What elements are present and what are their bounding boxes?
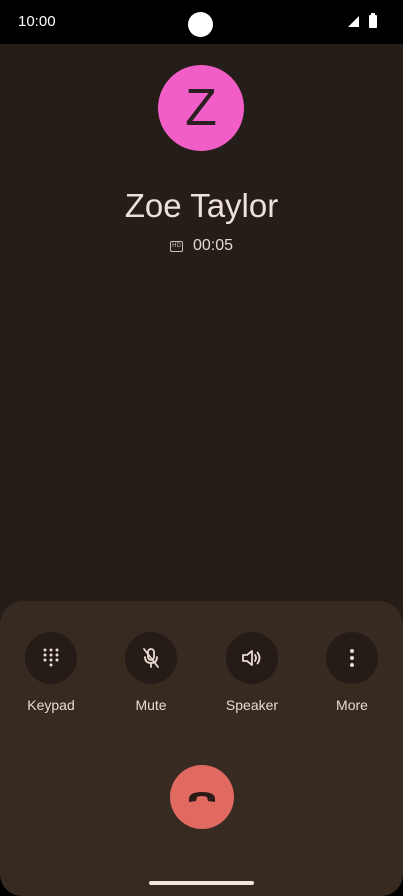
- call-controls-panel: Keypad Mute Speaker More: [0, 601, 403, 896]
- volume-icon: [242, 650, 261, 666]
- dialpad-icon: [43, 648, 59, 667]
- status-time: 10:00: [18, 13, 56, 30]
- battery-icon: [369, 13, 377, 28]
- status-bar: 10:00: [0, 0, 403, 44]
- mic-off-icon: [143, 648, 159, 668]
- mute-circle[interactable]: [125, 632, 177, 684]
- call-info: HD 00:05: [0, 237, 403, 255]
- call-duration: 00:05: [192, 237, 234, 254]
- signal-icon: [348, 16, 359, 27]
- speaker-circle[interactable]: [226, 632, 278, 684]
- mute-button[interactable]: Mute: [101, 632, 201, 713]
- avatar-initial: Z: [185, 79, 217, 137]
- more-label: More: [336, 697, 368, 713]
- keypad-circle[interactable]: [25, 632, 77, 684]
- keypad-button[interactable]: Keypad: [1, 632, 101, 713]
- front-camera: [188, 12, 213, 37]
- call-screen: 10:00 Z Zoe Taylor HD 00:05 Keypad Mute …: [0, 0, 403, 896]
- speaker-button[interactable]: Speaker: [202, 632, 302, 713]
- contact-avatar: Z: [158, 65, 244, 151]
- more-circle[interactable]: [326, 632, 378, 684]
- more-button[interactable]: More: [302, 632, 402, 713]
- contact-name: Zoe Taylor: [124, 187, 279, 224]
- call-end-icon: [189, 792, 215, 802]
- hd-badge: HD: [169, 240, 183, 252]
- home-indicator[interactable]: [149, 881, 254, 885]
- keypad-label: Keypad: [27, 697, 75, 713]
- more-vert-icon: [350, 649, 354, 667]
- speaker-label: Speaker: [225, 697, 279, 713]
- end-call-button[interactable]: [170, 765, 234, 829]
- mute-label: Mute: [135, 697, 167, 713]
